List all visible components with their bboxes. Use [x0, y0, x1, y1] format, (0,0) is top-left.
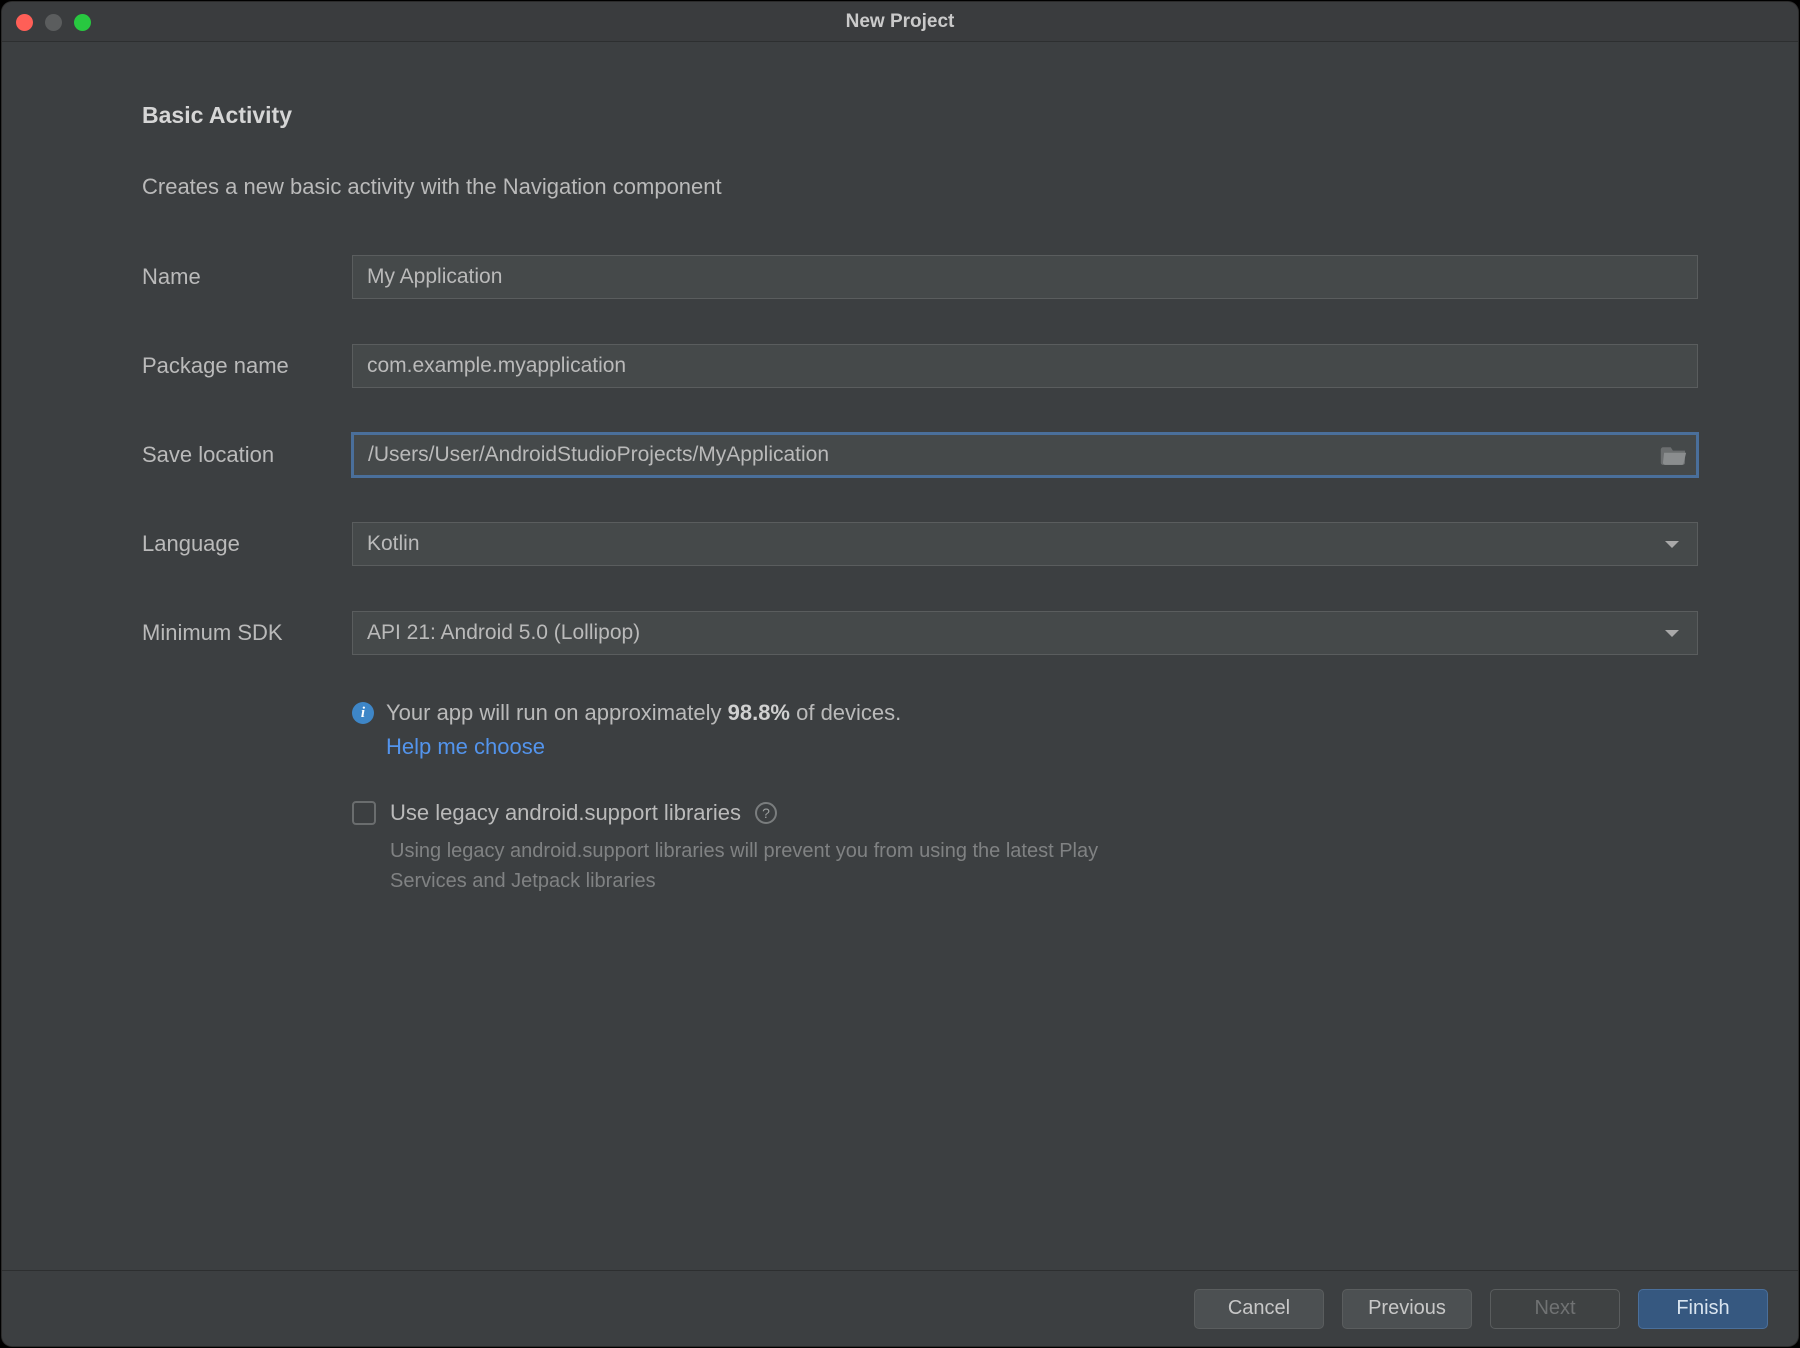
chevron-down-icon	[1665, 630, 1679, 637]
row-package: Package name	[142, 344, 1698, 388]
legacy-support-label: Use legacy android.support libraries	[390, 800, 741, 826]
sdk-info-block: i Your app will run on approximately 98.…	[352, 700, 1698, 800]
language-select[interactable]: Kotlin	[352, 522, 1698, 566]
label-location: Save location	[142, 442, 352, 468]
label-name: Name	[142, 264, 352, 290]
dialog-content: Basic Activity Creates a new basic activ…	[2, 42, 1798, 1270]
minimum-sdk-select-value: API 21: Android 5.0 (Lollipop)	[367, 621, 640, 645]
row-language: Language Kotlin	[142, 522, 1698, 566]
dialog-footer: Cancel Previous Next Finish	[2, 1270, 1798, 1346]
row-min-sdk: Minimum SDK API 21: Android 5.0 (Lollipo…	[142, 611, 1698, 655]
package-name-input[interactable]	[352, 344, 1698, 388]
help-me-choose-link[interactable]: Help me choose	[386, 734, 545, 760]
label-package: Package name	[142, 353, 352, 379]
page-heading: Basic Activity	[142, 102, 1698, 129]
legacy-support-help-button[interactable]: ?	[755, 802, 777, 824]
zoom-window-button[interactable]	[74, 14, 91, 31]
label-language: Language	[142, 531, 352, 557]
device-coverage-text: Your app will run on approximately 98.8%…	[386, 700, 901, 726]
minimize-window-button[interactable]	[45, 14, 62, 31]
next-button: Next	[1490, 1289, 1620, 1329]
window-title: New Project	[2, 11, 1798, 33]
browse-folder-button[interactable]	[1660, 444, 1688, 466]
save-location-input[interactable]	[352, 433, 1698, 477]
finish-button[interactable]: Finish	[1638, 1289, 1768, 1329]
titlebar: New Project	[2, 2, 1798, 42]
label-min-sdk: Minimum SDK	[142, 620, 352, 646]
window-controls	[16, 14, 91, 31]
close-window-button[interactable]	[16, 14, 33, 31]
previous-button[interactable]: Previous	[1342, 1289, 1472, 1329]
name-input[interactable]	[352, 255, 1698, 299]
legacy-support-description: Using legacy android.support libraries w…	[390, 836, 1110, 896]
row-location: Save location	[142, 433, 1698, 477]
folder-icon	[1660, 444, 1688, 466]
device-coverage-percent: 98.8%	[728, 700, 790, 725]
info-icon: i	[352, 702, 374, 724]
legacy-support-checkbox[interactable]	[352, 801, 376, 825]
language-select-value: Kotlin	[367, 532, 420, 556]
chevron-down-icon	[1665, 541, 1679, 548]
page-subheading: Creates a new basic activity with the Na…	[142, 174, 1698, 200]
row-name: Name	[142, 255, 1698, 299]
cancel-button[interactable]: Cancel	[1194, 1289, 1324, 1329]
new-project-dialog: New Project Basic Activity Creates a new…	[2, 2, 1798, 1346]
legacy-support-row: Use legacy android.support libraries ?	[352, 800, 1698, 826]
minimum-sdk-select[interactable]: API 21: Android 5.0 (Lollipop)	[352, 611, 1698, 655]
